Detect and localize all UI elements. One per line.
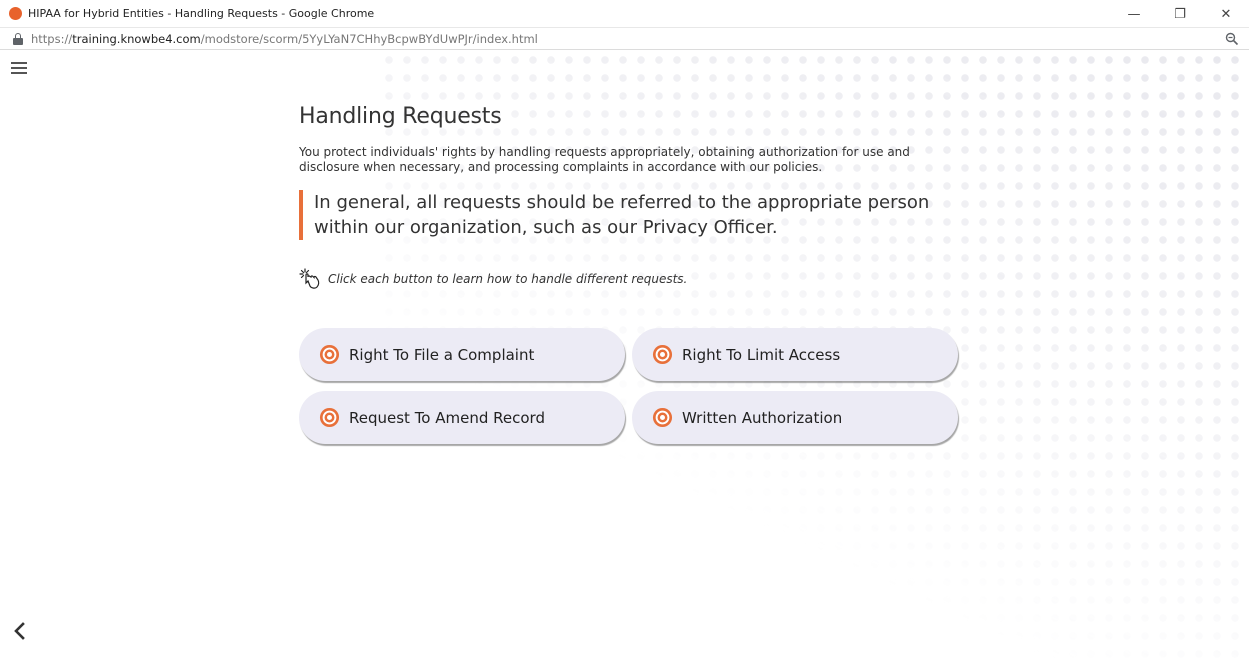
window-titlebar: HIPAA for Hybrid Entities - Handling Req…: [0, 0, 1249, 28]
course-viewport: Handling Requests You protect individual…: [0, 51, 1249, 659]
right-to-file-complaint-button[interactable]: Right To File a Complaint: [299, 328, 625, 381]
hamburger-menu-icon[interactable]: [10, 60, 28, 76]
target-icon: [319, 407, 340, 428]
button-label: Written Authorization: [682, 408, 843, 427]
page-title: Handling Requests: [299, 104, 502, 129]
callout-quote: In general, all requests should be refer…: [299, 190, 959, 240]
request-to-amend-record-button[interactable]: Request To Amend Record: [299, 391, 625, 444]
url-path: /modstore/scorm/5YyLYaN7CHhyBcpwBYdUwPJr…: [200, 31, 538, 46]
url-text[interactable]: https://training.knowbe4.com/modstore/sc…: [31, 32, 538, 46]
chevron-left-icon: [14, 622, 25, 640]
hint-text: Click each button to learn how to handle…: [328, 272, 688, 286]
restore-button[interactable]: ❐: [1157, 0, 1203, 28]
url-scheme: https://: [31, 31, 73, 46]
close-button[interactable]: ✕: [1203, 0, 1249, 28]
minimize-button[interactable]: —: [1111, 0, 1157, 28]
window-title: HIPAA for Hybrid Entities - Handling Req…: [28, 7, 375, 20]
favicon-icon: [9, 7, 22, 20]
button-label: Right To File a Complaint: [349, 345, 535, 364]
lesson-content: Handling Requests You protect individual…: [299, 104, 979, 290]
click-hand-icon: [299, 268, 320, 289]
instruction-hint: Click each button to learn how to handle…: [299, 268, 979, 290]
target-icon: [652, 344, 673, 365]
intro-text: You protect individuals' rights by handl…: [299, 145, 910, 174]
request-buttons-grid: Right To File a Complaint Right To Limit…: [299, 328, 958, 444]
window-controls: — ❐ ✕: [1111, 0, 1249, 28]
lock-icon: [13, 32, 23, 45]
back-button[interactable]: [9, 620, 31, 642]
zoom-icon[interactable]: [1225, 32, 1239, 46]
written-authorization-button[interactable]: Written Authorization: [632, 391, 958, 444]
button-label: Request To Amend Record: [349, 408, 545, 427]
target-icon: [319, 344, 340, 365]
address-bar[interactable]: https://training.knowbe4.com/modstore/sc…: [0, 28, 1249, 50]
button-label: Right To Limit Access: [682, 345, 841, 364]
url-host: training.knowbe4.com: [72, 31, 201, 46]
right-to-limit-access-button[interactable]: Right To Limit Access: [632, 328, 958, 381]
target-icon: [652, 407, 673, 428]
